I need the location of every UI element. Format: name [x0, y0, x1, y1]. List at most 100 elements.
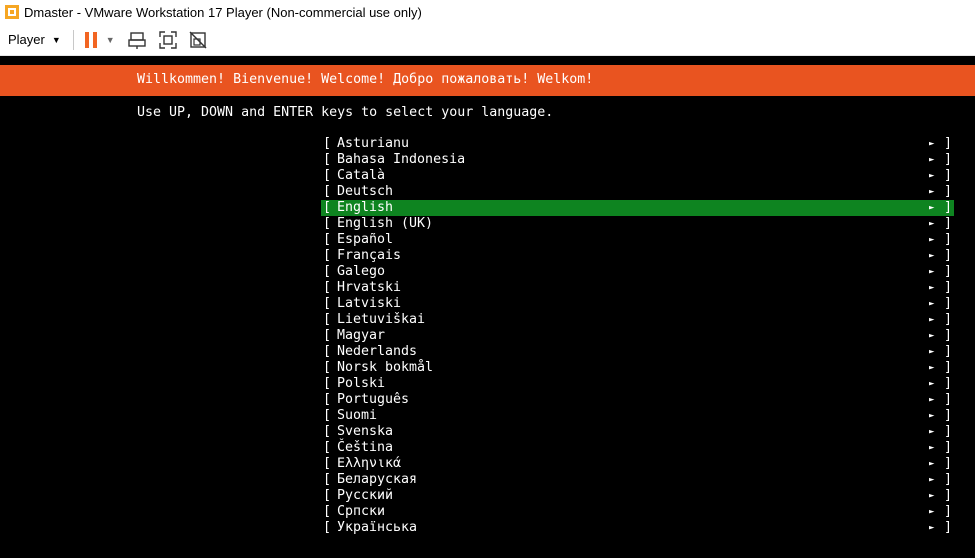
vm-console[interactable]: Willkommen! Bienvenue! Welcome! Добро по…	[0, 56, 975, 558]
language-option[interactable]: [Čeština ►]	[321, 440, 954, 456]
language-option[interactable]: [Français ►]	[321, 248, 954, 264]
language-option[interactable]: [Galego ►]	[321, 264, 954, 280]
submenu-arrow-icon: ►	[929, 411, 935, 421]
language-label: Svenska	[337, 424, 394, 439]
unity-button[interactable]	[187, 29, 209, 51]
language-label: Português	[337, 392, 410, 407]
language-label: Bahasa Indonesia	[337, 152, 466, 167]
submenu-arrow-icon: ►	[929, 491, 935, 501]
submenu-arrow-icon: ►	[929, 395, 935, 405]
language-option[interactable]: [Català ►]	[321, 168, 954, 184]
language-option[interactable]: [ Latviski ►]	[321, 296, 954, 312]
submenu-arrow-icon: ►	[929, 155, 935, 165]
bracket-right: ]	[944, 376, 953, 391]
full-screen-button[interactable]	[157, 29, 179, 51]
bracket-left: [	[323, 216, 332, 231]
language-label: Galego	[337, 264, 386, 279]
language-option[interactable]: [Ελληνικά ►]	[321, 456, 954, 472]
submenu-arrow-icon: ►	[929, 315, 935, 325]
language-option[interactable]: [English ►]	[321, 200, 954, 216]
chevron-down-icon: ▼	[51, 34, 61, 45]
language-label: Asturianu	[337, 136, 410, 151]
submenu-arrow-icon: ►	[929, 363, 935, 373]
bracket-left: [	[323, 232, 332, 247]
bracket-right: ]	[944, 248, 953, 263]
language-label: Русский	[337, 488, 394, 503]
bracket-left: [	[323, 184, 332, 199]
window-title: Dmaster - VMware Workstation 17 Player (…	[24, 4, 422, 20]
send-ctrl-alt-del-button[interactable]	[127, 29, 149, 51]
pause-dropdown-icon[interactable]: ▼	[106, 35, 115, 45]
submenu-arrow-icon: ►	[929, 523, 935, 533]
language-option[interactable]: [English (UK) ►]	[321, 216, 954, 232]
bracket-left: [	[323, 376, 332, 391]
language-label: Latviski	[337, 296, 402, 311]
unity-icon	[189, 31, 207, 48]
bracket-left: [	[323, 280, 332, 295]
language-label: Українська	[337, 520, 418, 535]
bracket-right: ]	[944, 280, 953, 295]
language-option[interactable]: [ Asturianu ►]	[321, 136, 954, 152]
language-option[interactable]: [Српски ►]	[321, 504, 954, 520]
bracket-left: [	[323, 344, 332, 359]
bracket-right: ]	[944, 296, 953, 311]
language-label: Polski	[337, 376, 386, 391]
language-label: Français	[337, 248, 402, 263]
language-option[interactable]: [Bahasa Indonesia ►]	[321, 152, 954, 168]
player-menu-label: Player	[8, 32, 45, 47]
submenu-arrow-icon: ►	[929, 235, 935, 245]
language-option[interactable]: [Español ►]	[321, 232, 954, 248]
language-option[interactable]: [Svenska ►]	[321, 424, 954, 440]
bracket-left: [	[323, 488, 332, 503]
submenu-arrow-icon: ►	[929, 283, 935, 293]
language-option[interactable]: [Беларуская ►]	[321, 472, 954, 488]
language-label: Català	[337, 168, 386, 183]
language-option[interactable]: [ Українська ►]	[321, 520, 954, 536]
bracket-left: [	[323, 472, 332, 487]
language-option[interactable]: [ Polski ►]	[321, 376, 954, 392]
language-list: [Asturianu ►] [Bahasa Indonesia ►] [Català ►]…	[321, 136, 954, 536]
bracket-left: [	[323, 136, 332, 151]
bracket-right: ]	[944, 312, 953, 327]
language-label: Lietuviškai	[337, 312, 426, 327]
bracket-left: [	[323, 504, 332, 519]
submenu-arrow-icon: ►	[929, 331, 935, 341]
submenu-arrow-icon: ►	[929, 299, 935, 309]
submenu-arrow-icon: ►	[929, 379, 935, 389]
bracket-left: [	[323, 360, 332, 375]
bracket-left: [	[323, 296, 332, 311]
language-label: Čeština	[337, 440, 394, 455]
pause-button[interactable]	[84, 31, 98, 49]
title-bar: Dmaster - VMware Workstation 17 Player (…	[0, 0, 975, 24]
language-option[interactable]: [ Русский ►]	[321, 488, 954, 504]
language-option[interactable]: [Deutsch ►]	[321, 184, 954, 200]
bracket-left: [	[323, 312, 332, 327]
bracket-right: ]	[944, 136, 953, 151]
pause-icon	[84, 31, 97, 48]
bracket-right: ]	[944, 392, 953, 407]
bracket-right: ]	[944, 200, 953, 215]
submenu-arrow-icon: ►	[929, 347, 935, 357]
language-option[interactable]: [ Lietuviškai ►]	[321, 312, 954, 328]
submenu-arrow-icon: ►	[929, 187, 935, 197]
language-label: Ελληνικά	[337, 456, 402, 471]
bracket-right: ]	[944, 216, 953, 231]
instruction-text: Use UP, DOWN and ENTER keys to select yo…	[137, 105, 554, 120]
submenu-arrow-icon: ►	[929, 427, 935, 437]
submenu-arrow-icon: ►	[929, 139, 935, 149]
language-option[interactable]: [Hrvatski ►]	[321, 280, 954, 296]
language-option[interactable]: [Norsk bokmål ►]	[321, 360, 954, 376]
language-option[interactable]: [Magyar ►]	[321, 328, 954, 344]
language-option[interactable]: [Nederlands ►]	[321, 344, 954, 360]
bracket-left: [	[323, 248, 332, 263]
language-option[interactable]: [Português ►]	[321, 392, 954, 408]
language-option[interactable]: [Suomi ►]	[321, 408, 954, 424]
submenu-arrow-icon: ►	[929, 459, 935, 469]
language-label: Српски	[337, 504, 386, 519]
player-menu[interactable]: Player ▼	[8, 32, 61, 47]
bracket-right: ]	[944, 488, 953, 503]
bracket-right: ]	[944, 520, 953, 535]
bracket-left: [	[323, 440, 332, 455]
language-label: English	[337, 200, 394, 215]
bracket-left: [	[323, 520, 332, 535]
